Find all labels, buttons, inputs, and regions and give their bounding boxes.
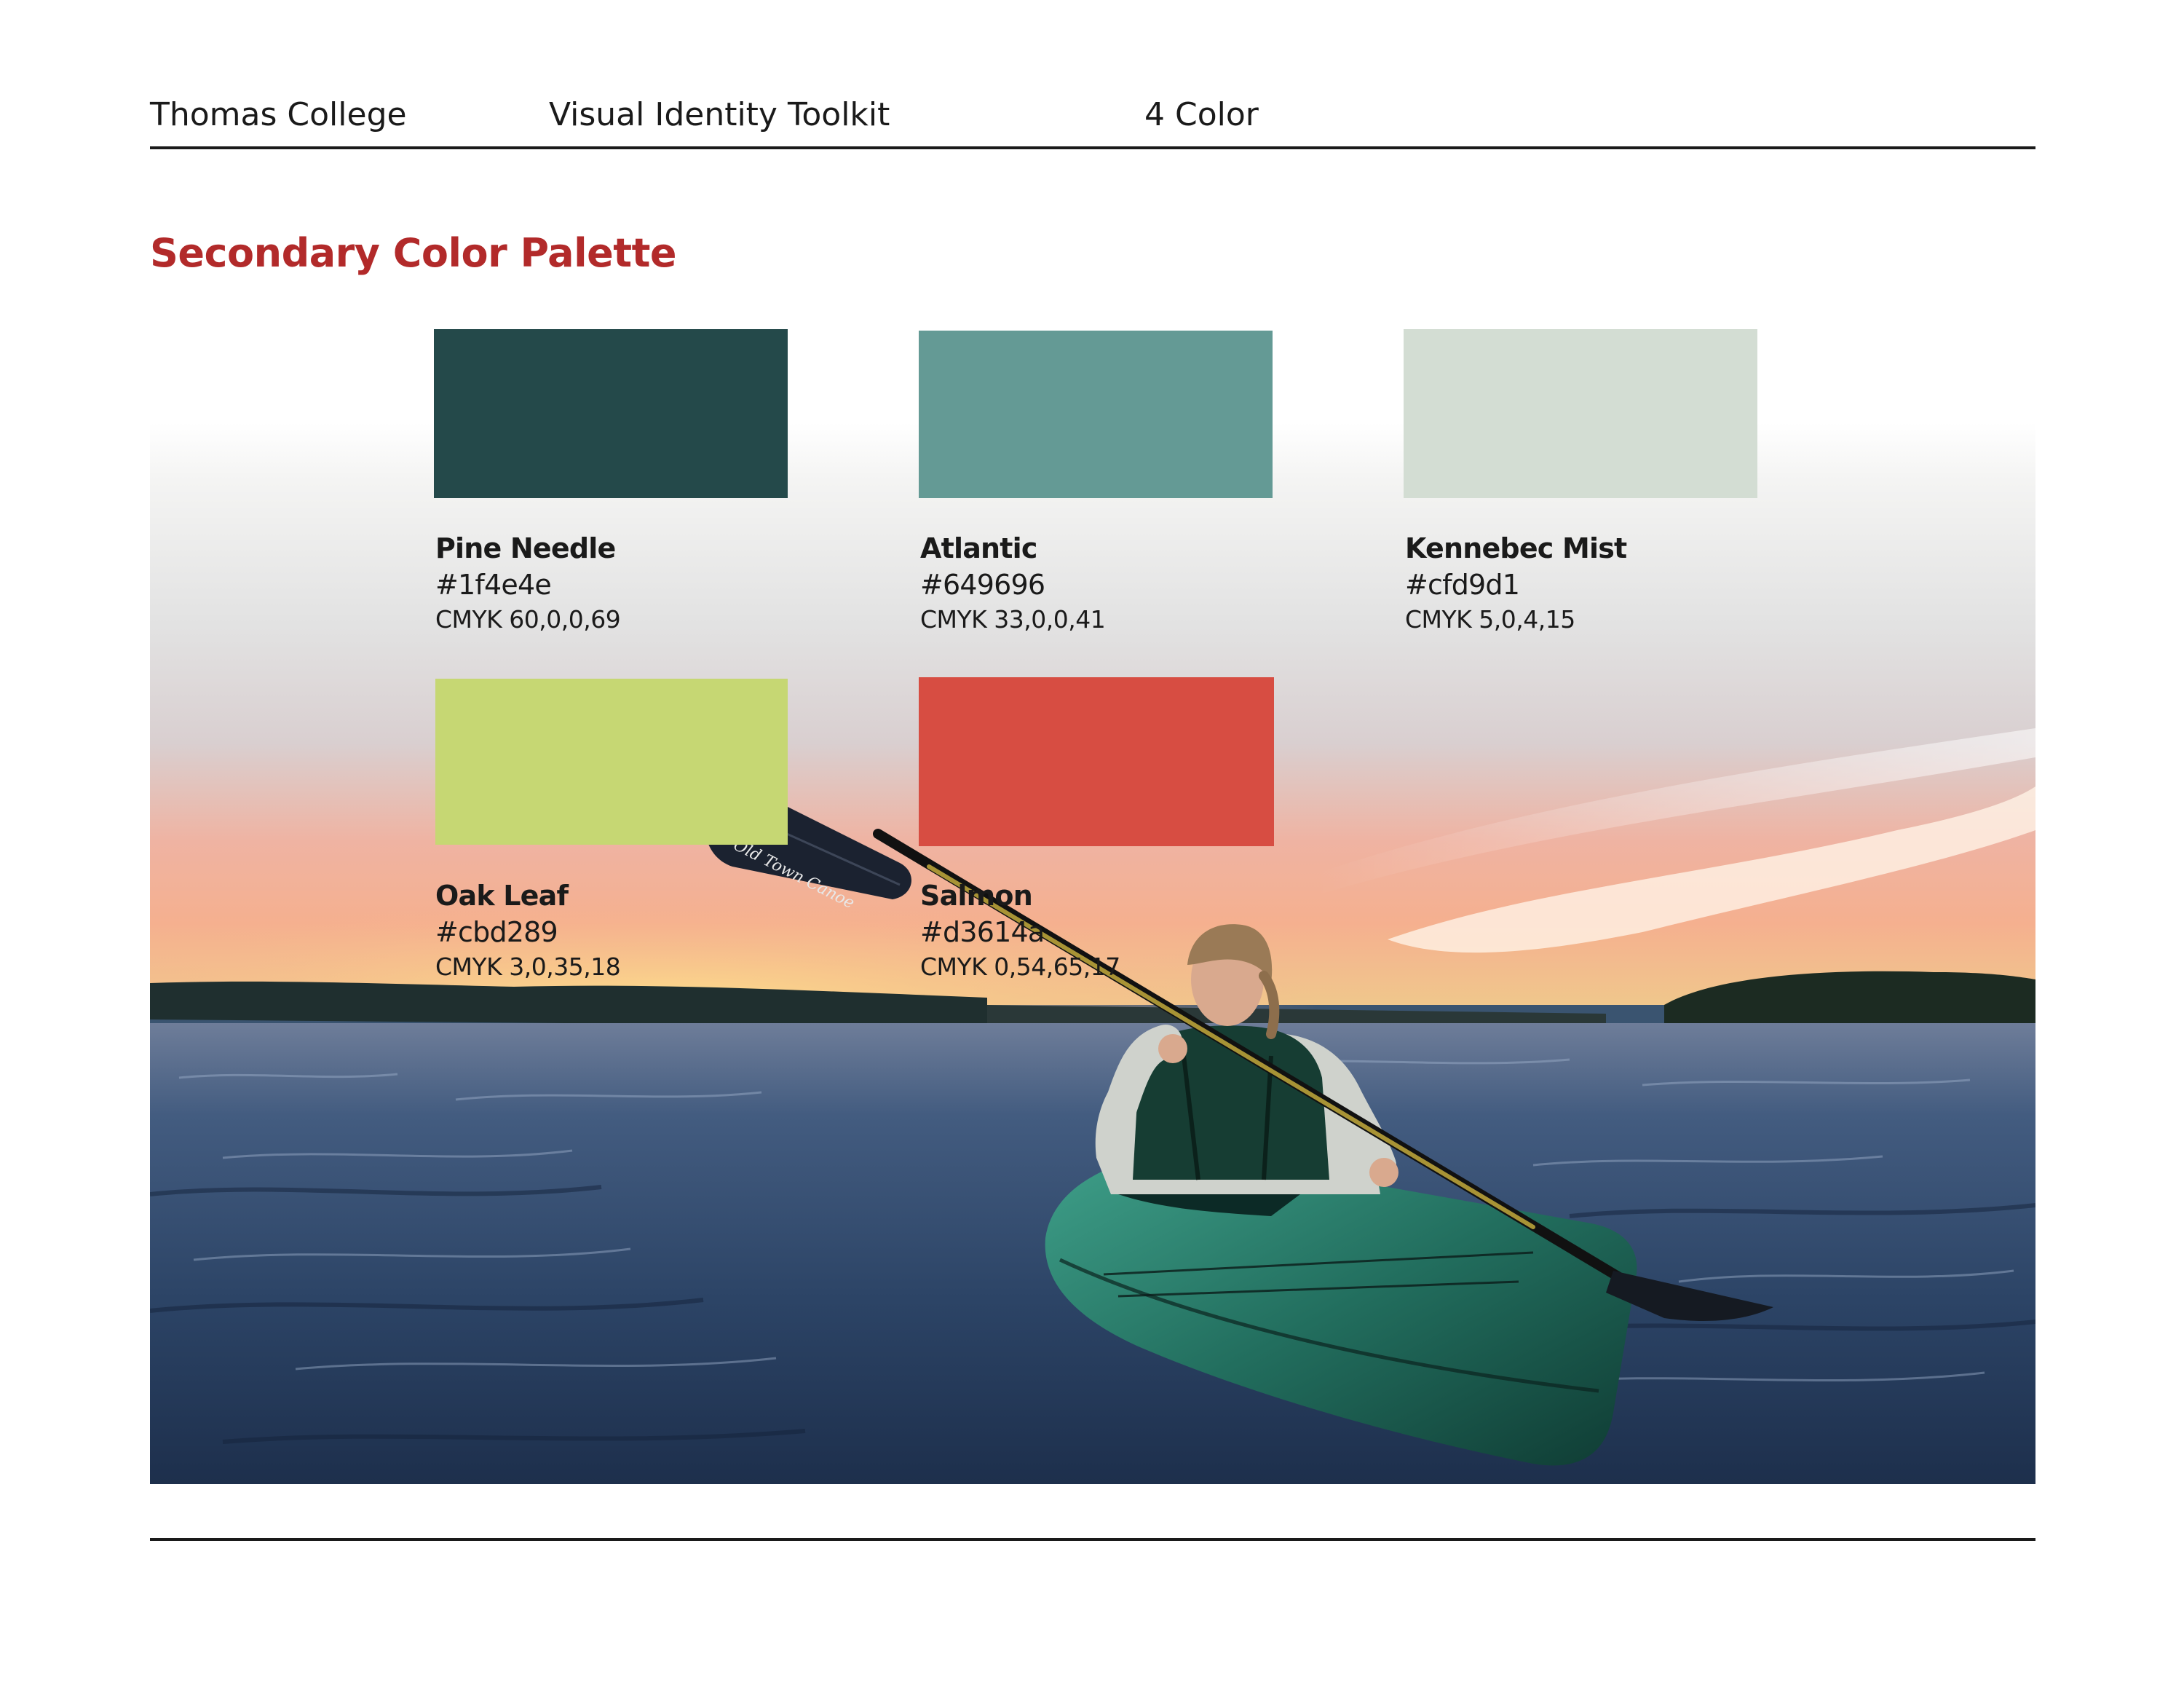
header-college-name: Thomas College (150, 96, 407, 133)
footer-divider (150, 1538, 2035, 1541)
swatch-cmyk: CMYK 5,0,4,15 (1405, 605, 1575, 634)
swatch-cmyk: CMYK 33,0,0,41 (920, 605, 1106, 634)
header-toolkit-title: Visual Identity Toolkit (549, 96, 890, 133)
swatch-cmyk: CMYK 60,0,0,69 (435, 605, 621, 634)
swatch-hex: #cbd289 (435, 916, 558, 948)
swatch-hex: #d3614a (920, 916, 1045, 948)
swatch-info-oak-leaf: Oak Leaf #cbd289 CMYK 3,0,35,18 (435, 877, 621, 984)
swatch-hex: #1f4e4e (435, 569, 552, 601)
page-header: Thomas College Visual Identity Toolkit 4… (150, 93, 2035, 151)
swatch-info-salmon: Salmon #d3614a CMYK 0,54,65,17 (920, 877, 1120, 984)
swatch-info-kennebec-mist: Kennebec Mist #cfd9d1 CMYK 5,0,4,15 (1405, 530, 1627, 636)
header-divider (150, 146, 2035, 149)
swatch-pine-needle (434, 329, 788, 498)
swatch-hex: #cfd9d1 (1405, 569, 1520, 601)
swatch-hex: #649696 (920, 569, 1045, 601)
swatch-atlantic (919, 331, 1273, 498)
swatch-info-pine-needle: Pine Needle #1f4e4e CMYK 60,0,0,69 (435, 530, 621, 636)
swatch-name: Oak Leaf (435, 880, 569, 912)
swatch-info-atlantic: Atlantic #649696 CMYK 33,0,0,41 (920, 530, 1106, 636)
swatch-kennebec-mist (1404, 329, 1757, 498)
swatch-name: Pine Needle (435, 532, 616, 564)
swatch-salmon (919, 677, 1274, 846)
swatch-name: Atlantic (920, 532, 1037, 564)
header-color-mode: 4 Color (1144, 96, 1259, 133)
swatch-name: Salmon (920, 880, 1033, 912)
section-title: Secondary Color Palette (150, 230, 677, 276)
swatch-cmyk: CMYK 3,0,35,18 (435, 953, 621, 981)
swatch-oak-leaf (435, 679, 788, 845)
swatch-name: Kennebec Mist (1405, 532, 1627, 564)
swatch-cmyk: CMYK 0,54,65,17 (920, 953, 1120, 981)
